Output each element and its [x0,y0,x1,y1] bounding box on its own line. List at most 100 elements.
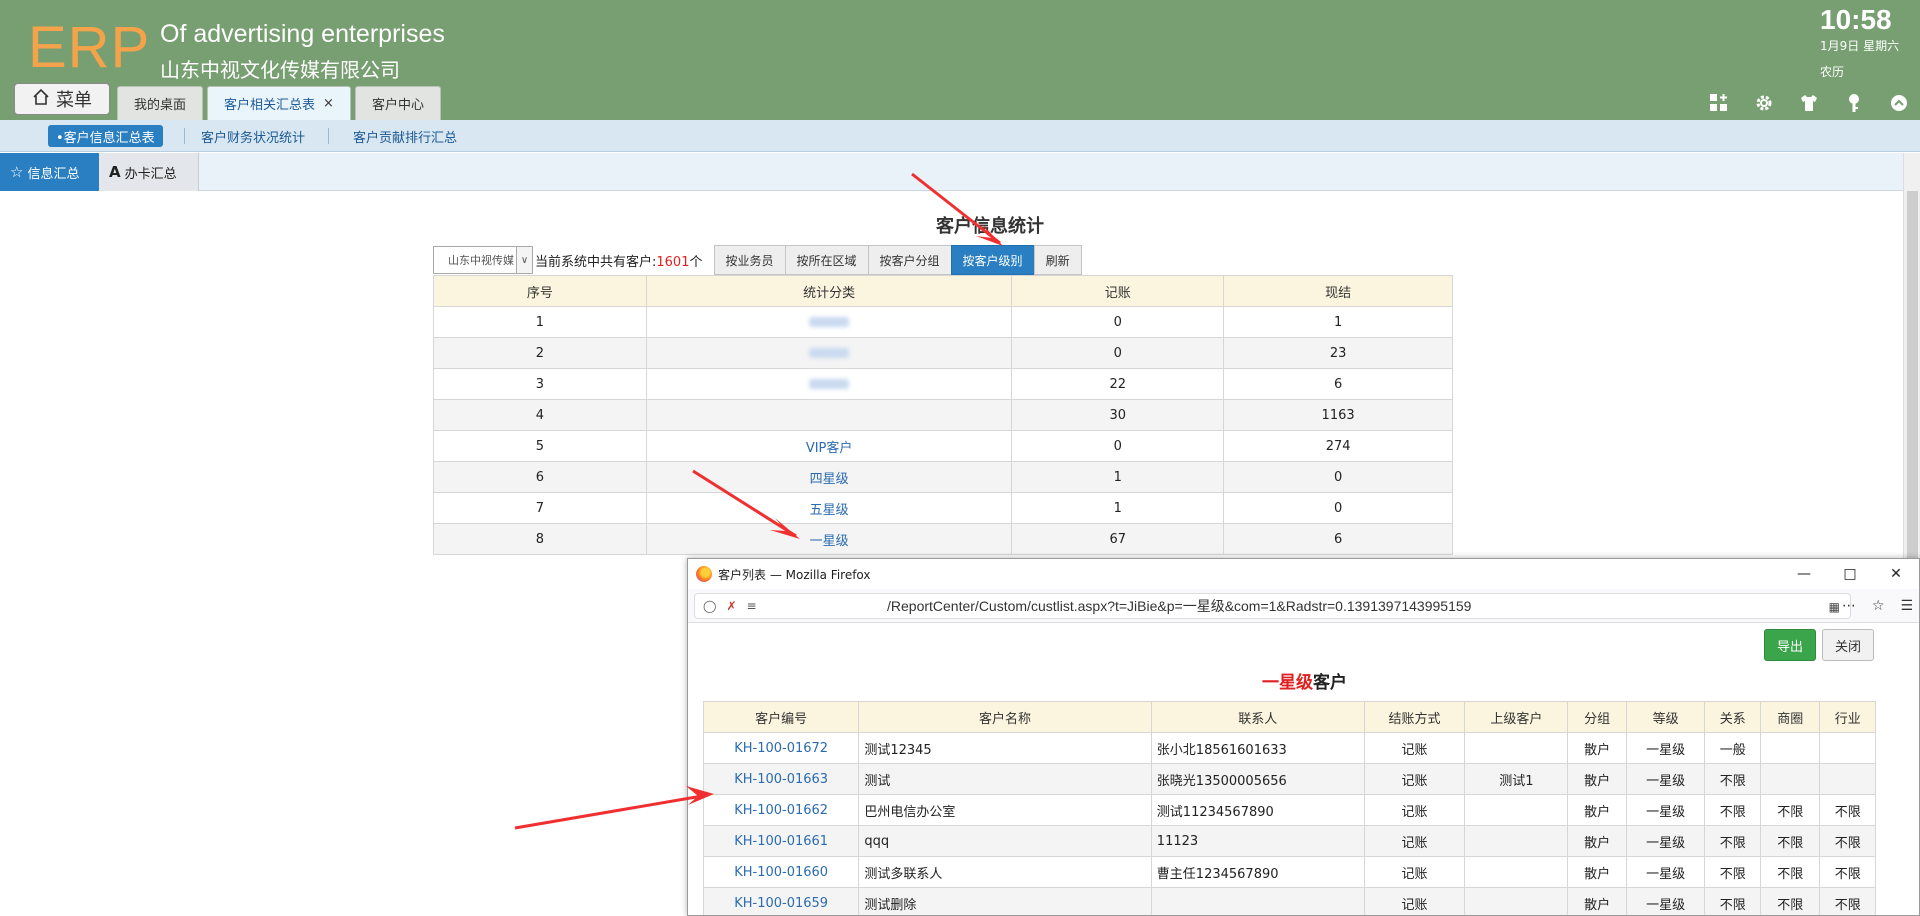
menu-button[interactable]: 菜单 [14,83,110,115]
company-select[interactable]: 山东中视传媒 ∨ [433,246,533,274]
subnav-divider [328,128,329,144]
stats-toolbar: 山东中视传媒 ∨ 当前系统中共有客户:1601个 按业务员 按所在区域 按客户分… [433,245,1082,275]
relation: 不限 [1704,763,1761,795]
insecure-lock-icon[interactable]: ✗ [726,599,736,613]
window-titlebar[interactable]: 客户列表 — Mozilla Firefox — □ ✕ [688,559,1919,589]
shirt-icon[interactable] [1796,90,1822,116]
redacted-category [809,348,850,358]
industry: 不限 [1819,794,1876,826]
window-title: 客户列表 — Mozilla Firefox [718,567,871,582]
industry [1819,763,1876,795]
business-area: 不限 [1759,825,1821,857]
group: 散户 [1567,887,1627,915]
category-link[interactable]: VIP客户 [806,441,853,456]
payment-method: 记账 [1363,887,1466,915]
popup-actions: 导出 关闭 [1763,629,1874,661]
level: 一星级 [1625,856,1706,888]
bookmark-star-icon[interactable]: ☆ [1872,598,1885,614]
column-header: 上级客户 [1464,701,1569,733]
payment-method: 记账 [1363,763,1466,795]
grid-plus-icon[interactable] [1706,90,1732,116]
tab-my-desktop[interactable]: 我的桌面 [117,86,204,120]
account-count: 67 [1011,523,1225,555]
more-icon[interactable]: ⋯ [1842,598,1856,614]
by-region-button[interactable]: 按所在区域 [784,245,869,275]
stats-title: 客户信息统计 [936,216,1044,237]
key-icon[interactable] [1841,90,1867,116]
column-header: 记账 [1011,275,1225,307]
category-cell: 五星级 [645,492,1013,524]
customer-name: 测试 [858,763,1152,795]
customer-id-link[interactable]: KH-100-01663 [734,772,828,787]
category-link[interactable]: 四星级 [810,472,849,487]
column-header: 等级 [1625,701,1706,733]
by-salesperson-button[interactable]: 按业务员 [713,245,786,275]
level: 一星级 [1625,763,1706,795]
account-count: 1 [1011,492,1225,524]
tab-label: 客户中心 [371,98,424,113]
customer-id-link[interactable]: KH-100-01662 [734,803,828,818]
tab-label: 办卡汇总 [124,166,177,182]
customer-id-link[interactable]: KH-100-01659 [734,896,828,911]
table-row: KH-100-01661 qqq 11123 记账 散户 一星级 不限 不限 不限 [702,825,1876,857]
gear-icon[interactable] [1751,90,1777,116]
cash-count: 274 [1223,430,1453,462]
row-number: 1 [433,306,647,338]
shield-icon[interactable]: ◯ [703,599,716,613]
tab-close-icon[interactable]: × [323,96,334,111]
url-right-icons: ▦ [1829,594,1840,620]
industry: 不限 [1819,856,1876,888]
business-area: 不限 [1759,856,1821,888]
contact: 11123 [1150,825,1365,857]
group: 散户 [1567,732,1627,764]
tab-customer-summary[interactable]: 客户相关汇总表 × [207,86,351,120]
customer-id-link[interactable]: KH-100-01660 [734,865,828,880]
hamburger-menu-icon[interactable]: ☰ [1900,598,1913,614]
column-header: 商圈 [1759,701,1821,733]
row-number: 4 [433,399,647,431]
total-prefix: 当前系统中共有客户: [535,254,657,270]
export-button[interactable]: 导出 [1763,629,1816,661]
table-row: KH-100-01663 测试 张晓光13500005656 记账 测试1 散户 一星级 不限 [702,763,1876,795]
account-count: 1 [1011,461,1225,493]
relation: 不限 [1704,794,1761,826]
total-customers: 当前系统中共有客户:1601个 [535,251,703,270]
category-link[interactable]: 五星级 [810,503,849,518]
menu-label: 菜单 [56,90,92,111]
customer-id-link[interactable]: KH-100-01672 [734,741,828,756]
clock-date: 1月9日 星期六 [1820,39,1900,53]
subnav-customer-contribution[interactable]: 客户贡献排行汇总 [345,125,465,147]
by-level-button[interactable]: 按客户级别 [950,245,1035,275]
relation: 一般 [1704,732,1761,764]
category-cell [645,306,1013,338]
minimize-icon[interactable]: — [1781,559,1827,589]
category-cell: VIP客户 [645,430,1013,462]
subnav-customer-info-summary[interactable]: •客户信息汇总表 [48,125,163,147]
table-row: KH-100-01662 巴州电信办公室 测试11234567890 记账 散户 一星级不… [702,794,1876,826]
category-cell [645,337,1013,369]
category-cell [645,368,1013,400]
row-number: 8 [433,523,647,555]
close-button[interactable]: 关闭 [1821,629,1874,661]
url-input[interactable]: ◯ ✗ ≡ /ReportCenter/Custom/custlist.aspx… [694,593,1851,619]
category-link[interactable]: 一星级 [810,534,849,549]
contact: 测试11234567890 [1150,794,1365,826]
qr-code-icon[interactable]: ▦ [1829,600,1840,614]
main-tabs: 我的桌面 客户相关汇总表 × 客户中心 [117,86,441,120]
tab-info-summary[interactable]: ☆ 信息汇总 [0,153,99,191]
company-name-en: Of advertising enterprises [160,20,445,48]
maximize-icon[interactable]: □ [1827,559,1873,589]
group-by-buttons: 按业务员 按所在区域 按客户分组 按客户级别 刷新 [713,245,1082,275]
permissions-icon[interactable]: ≡ [747,599,757,613]
customer-id-link[interactable]: KH-100-01661 [734,834,828,849]
chevron-up-circle-icon[interactable] [1886,90,1912,116]
relation: 不限 [1704,856,1761,888]
close-icon[interactable]: ✕ [1873,559,1919,589]
tab-card-summary[interactable]: A 办卡汇总 [99,153,199,191]
by-group-button[interactable]: 按客户分组 [867,245,952,275]
refresh-button[interactable]: 刷新 [1033,245,1082,275]
column-header: 结账方式 [1363,701,1466,733]
tab-customer-center[interactable]: 客户中心 [354,86,441,120]
account-count: 30 [1011,399,1225,431]
subnav-customer-finance[interactable]: 客户财务状况统计 [193,125,313,147]
